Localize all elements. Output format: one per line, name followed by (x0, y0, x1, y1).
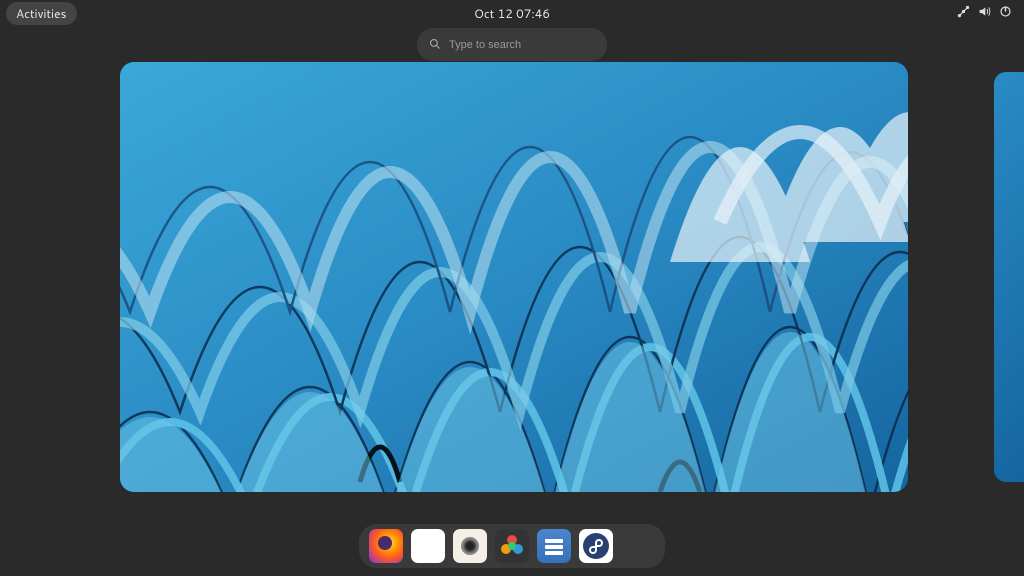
workspace-thumbnail-1[interactable] (120, 62, 908, 492)
dash-app-firefox[interactable] (369, 529, 403, 563)
network-icon[interactable] (957, 5, 970, 22)
dash-app-photos[interactable] (495, 529, 529, 563)
search-bar[interactable] (417, 28, 607, 61)
search-icon (429, 33, 441, 56)
show-applications-button[interactable] (621, 529, 655, 563)
activities-button[interactable]: Activities (6, 2, 77, 25)
clock[interactable]: Oct 12 07:46 (474, 5, 550, 22)
top-bar: Activities Oct 12 07:46 (0, 0, 1024, 26)
dash-app-fedora[interactable] (579, 529, 613, 563)
dash (359, 524, 665, 568)
dash-app-rhythmbox[interactable] (453, 529, 487, 563)
system-tray[interactable] (957, 5, 1018, 22)
search-input[interactable] (449, 39, 595, 51)
workspace-thumbnail-2[interactable] (994, 72, 1024, 482)
volume-icon[interactable] (978, 5, 991, 22)
power-icon[interactable] (999, 5, 1012, 22)
dash-app-files[interactable] (537, 529, 571, 563)
dash-app-calendar[interactable] (411, 529, 445, 563)
